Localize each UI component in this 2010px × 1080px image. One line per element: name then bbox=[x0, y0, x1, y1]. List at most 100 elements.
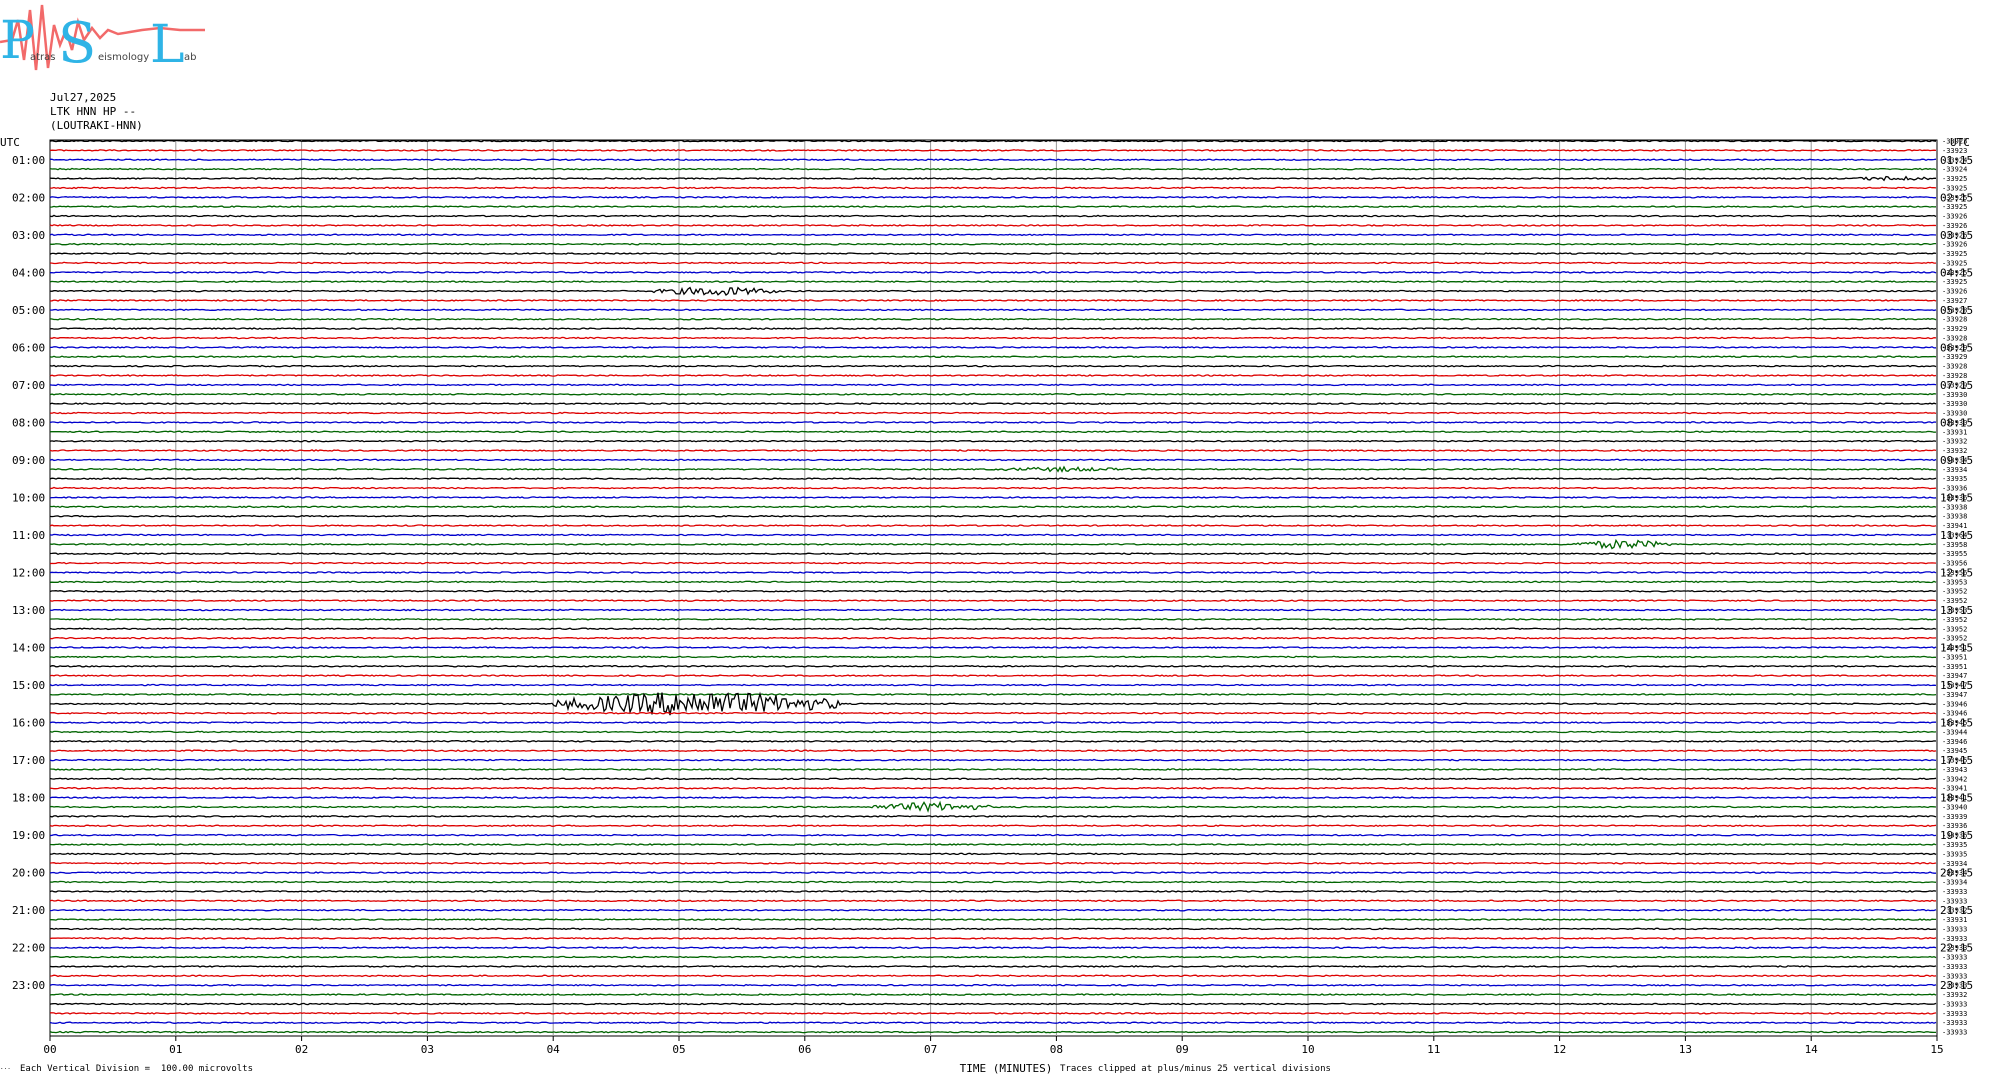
trace-offset-label: -33933 bbox=[1942, 1029, 1967, 1037]
x-tick-label: 11 bbox=[1427, 1043, 1440, 1056]
x-tick-label: 06 bbox=[798, 1043, 811, 1056]
scale-note: Each Vertical Division = 100.00 microvol… bbox=[20, 1064, 253, 1074]
trace-offset-label: -33934 bbox=[1942, 466, 1967, 474]
seismic-trace bbox=[49, 430, 1937, 434]
trace-offset-label: -33938 bbox=[1942, 503, 1967, 511]
seismic-trace bbox=[49, 880, 1937, 884]
seismic-trace bbox=[49, 693, 1937, 696]
x-tick-label: 03 bbox=[421, 1043, 434, 1056]
hour-label-left: 13:00 bbox=[12, 604, 45, 617]
seismic-trace bbox=[49, 908, 1937, 912]
hour-label-right: 18:15 bbox=[1940, 792, 1973, 805]
seismic-trace bbox=[49, 796, 1937, 799]
seismic-trace bbox=[49, 608, 1937, 612]
hour-label-right: 16:15 bbox=[1940, 717, 1973, 730]
trace-offset-label: -33933 bbox=[1942, 1010, 1967, 1018]
seismic-trace bbox=[50, 918, 1936, 921]
trace-offset-label: -33925 bbox=[1942, 278, 1967, 286]
seismic-trace bbox=[50, 346, 1937, 349]
hour-label-left: 21:00 bbox=[12, 904, 45, 917]
seismic-trace bbox=[49, 768, 1937, 771]
trace-offset-label: -33926 bbox=[1942, 288, 1967, 296]
seismic-trace bbox=[49, 317, 1937, 321]
seismic-trace bbox=[49, 458, 1937, 462]
helicorder-plot: -33923-33923-33924-33924-33925-33925-339… bbox=[0, 136, 1973, 1075]
seismic-trace bbox=[49, 589, 1937, 593]
seismic-trace bbox=[49, 618, 1936, 621]
seismic-trace bbox=[50, 270, 1937, 274]
seismic-trace bbox=[49, 871, 1936, 874]
hour-label-left: 06:00 bbox=[12, 341, 45, 354]
utc-label-left: UTC bbox=[0, 136, 20, 149]
hour-label-right: 06:15 bbox=[1940, 341, 1973, 354]
trace-offset-label: -33952 bbox=[1942, 625, 1967, 633]
seismic-trace bbox=[50, 186, 1937, 190]
trace-offset-label: -33933 bbox=[1942, 1019, 1967, 1027]
seismic-trace bbox=[49, 261, 1936, 265]
seismic-trace bbox=[49, 486, 1937, 490]
seismic-trace bbox=[49, 758, 1937, 762]
hour-label-left: 15:00 bbox=[12, 679, 45, 692]
trace-offset-label: -33933 bbox=[1942, 888, 1967, 896]
seismic-trace bbox=[49, 890, 1937, 893]
trace-offset-label: -33947 bbox=[1942, 691, 1967, 699]
seismic-trace bbox=[49, 477, 1937, 481]
trace-offset-label: -33938 bbox=[1942, 513, 1967, 521]
seismic-trace bbox=[49, 800, 1937, 813]
hour-label-right: 05:15 bbox=[1940, 304, 1973, 317]
x-tick-label: 01 bbox=[169, 1043, 182, 1056]
seismic-trace bbox=[49, 711, 1937, 715]
seismic-trace bbox=[49, 402, 1937, 405]
seismic-trace bbox=[49, 739, 1937, 743]
seismic-trace bbox=[49, 965, 1937, 968]
hour-label-left: 12:00 bbox=[12, 566, 45, 579]
seismic-trace bbox=[49, 465, 1936, 473]
hour-label-left: 22:00 bbox=[12, 942, 45, 955]
trace-offset-label: -33951 bbox=[1942, 653, 1967, 661]
hour-label-right: 02:15 bbox=[1940, 191, 1973, 204]
seismic-trace bbox=[49, 224, 1937, 227]
seismic-trace bbox=[49, 299, 1937, 302]
trace-offset-label: -33953 bbox=[1942, 578, 1967, 586]
seismic-trace bbox=[49, 195, 1937, 199]
hour-label-right: 07:15 bbox=[1940, 379, 1973, 392]
hour-label-right: 04:15 bbox=[1940, 266, 1973, 279]
hour-label-right: 15:15 bbox=[1940, 679, 1973, 692]
hour-label-right: 10:15 bbox=[1940, 491, 1973, 504]
trace-offset-label: -33933 bbox=[1942, 1000, 1967, 1008]
corner-mark: ... bbox=[0, 1064, 11, 1071]
seismic-trace bbox=[49, 242, 1936, 246]
trace-offset-label: -33924 bbox=[1942, 166, 1967, 174]
seismic-trace bbox=[49, 411, 1937, 415]
hour-label-right: 14:15 bbox=[1940, 642, 1973, 655]
trace-offset-label: -33951 bbox=[1942, 663, 1967, 671]
trace-offset-label: -33925 bbox=[1942, 203, 1967, 211]
seismic-trace bbox=[49, 533, 1937, 537]
seismic-trace bbox=[49, 993, 1937, 996]
x-tick-label: 07 bbox=[924, 1043, 937, 1056]
trace-offset-label: -33935 bbox=[1942, 841, 1967, 849]
seismic-trace bbox=[49, 505, 1937, 509]
trace-offset-label: -33932 bbox=[1942, 438, 1967, 446]
seismic-trace bbox=[49, 674, 1937, 678]
x-tick-label: 14 bbox=[1805, 1043, 1819, 1056]
seismic-trace bbox=[49, 983, 1937, 987]
seismic-trace bbox=[49, 786, 1937, 790]
hour-label-left: 19:00 bbox=[12, 829, 45, 842]
seismic-trace bbox=[49, 280, 1937, 284]
seismic-trace bbox=[49, 646, 1937, 649]
trace-offset-label: -33943 bbox=[1942, 766, 1967, 774]
hour-label-right: 09:15 bbox=[1940, 454, 1973, 467]
trace-offset-label: -33925 bbox=[1942, 175, 1967, 183]
seismic-trace bbox=[49, 538, 1937, 550]
x-tick-label: 13 bbox=[1679, 1043, 1692, 1056]
seismic-trace bbox=[49, 777, 1937, 781]
seismic-trace bbox=[49, 749, 1937, 753]
seismic-trace bbox=[49, 852, 1937, 856]
trace-offset-label: -33931 bbox=[1942, 916, 1967, 924]
trace-offset-label: -33935 bbox=[1942, 475, 1967, 483]
trace-offset-label: -33935 bbox=[1942, 850, 1967, 858]
hour-label-left: 08:00 bbox=[12, 416, 45, 429]
x-tick-label: 04 bbox=[547, 1043, 561, 1056]
trace-offset-label: -33929 bbox=[1942, 325, 1967, 333]
